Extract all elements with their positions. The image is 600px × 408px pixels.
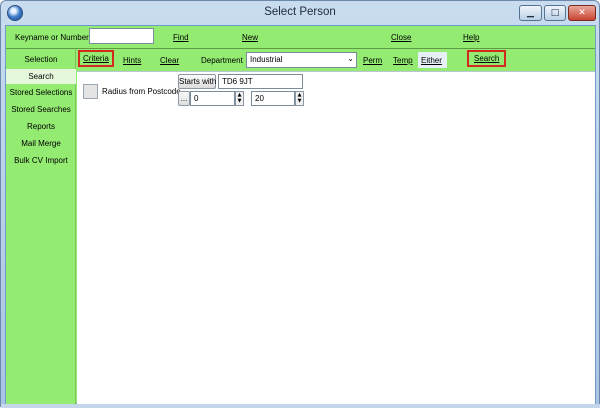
sidebar-item-stored-selections[interactable]: Stored Selections <box>6 85 76 100</box>
minimize-icon: ▁ <box>527 8 534 18</box>
maximize-button[interactable]: □ <box>544 5 566 21</box>
postcode-input[interactable] <box>218 74 303 89</box>
radius-min-input[interactable] <box>190 91 235 106</box>
title-bar: Select Person ▁ □ ✕ <box>1 1 599 25</box>
radius-max-stepper[interactable]: ▲ ▼ <box>295 91 304 106</box>
department-select[interactable]: Industrial ⌄ <box>246 52 357 68</box>
sidebar-item-stored-searches[interactable]: Stored Searches <box>6 102 76 117</box>
close-window-button[interactable]: ✕ <box>568 5 596 21</box>
either-link[interactable]: Either <box>421 56 442 65</box>
clear-link[interactable]: Clear <box>160 56 179 65</box>
new-link[interactable]: New <box>242 33 258 42</box>
keyname-label: Keyname or Number <box>15 33 89 42</box>
radius-checkbox[interactable] <box>83 84 98 99</box>
window-title: Select Person <box>264 6 336 18</box>
maximize-icon: □ <box>550 8 560 18</box>
sidebar-item-bulk-cv-import[interactable]: Bulk CV Import <box>6 153 76 168</box>
client-area: Keyname or Number Find New Close Help Se… <box>5 25 596 404</box>
starts-with-button[interactable]: Starts with <box>178 74 216 89</box>
window-bottom-edge <box>1 404 600 408</box>
sidebar-item-selection[interactable]: Selection <box>6 52 76 67</box>
hints-link[interactable]: Hints <box>123 56 141 65</box>
perm-link[interactable]: Perm <box>363 56 382 65</box>
department-value: Industrial <box>250 55 283 64</box>
sidebar-item-search[interactable]: Search <box>6 69 76 84</box>
criteria-toolbar: Criteria Hints Clear Department Industri… <box>77 49 595 71</box>
chevron-down-icon: ⌄ <box>347 54 354 63</box>
either-toggle[interactable]: Either <box>418 52 447 68</box>
keyname-input[interactable] <box>89 28 154 44</box>
sidebar-item-reports[interactable]: Reports <box>6 119 76 134</box>
top-toolbar: Keyname or Number Find New Close Help <box>6 26 595 48</box>
select-person-window: Select Person ▁ □ ✕ Keyname or Number Fi… <box>0 0 600 408</box>
search-link[interactable]: Search <box>466 50 507 67</box>
criteria-link[interactable]: Criteria <box>78 50 114 67</box>
find-link[interactable]: Find <box>173 33 189 42</box>
temp-link[interactable]: Temp <box>393 56 413 65</box>
close-link[interactable]: Close <box>391 33 411 42</box>
criteria-panel: Radius from Postcode Starts with ... ▲▼ … <box>77 71 595 404</box>
minimize-button[interactable]: ▁ <box>519 5 542 21</box>
help-link[interactable]: Help <box>463 33 479 42</box>
department-label: Department <box>201 56 243 65</box>
radius-min-stepper[interactable]: ▲ ▼ <box>235 91 244 106</box>
radius-label: Radius from Postcode <box>102 87 181 96</box>
sidebar-item-mail-merge[interactable]: Mail Merge <box>6 136 76 151</box>
radius-max-input[interactable] <box>251 91 295 106</box>
sidebar: Selection Search Stored Selections Store… <box>6 49 76 404</box>
close-icon: ✕ <box>578 8 586 18</box>
ellipsis-button[interactable]: ... <box>178 91 190 106</box>
